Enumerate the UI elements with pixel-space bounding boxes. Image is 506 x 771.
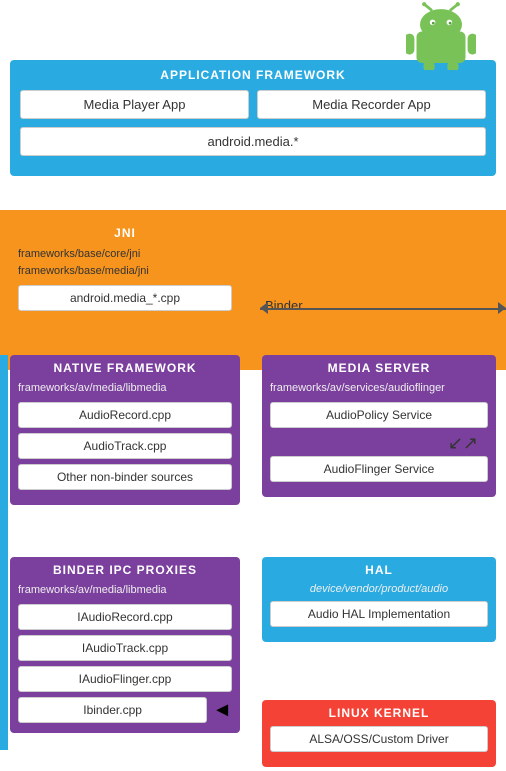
hal-path: device/vendor/product/audio — [270, 583, 488, 595]
audio-policy-box: AudioPolicy Service — [270, 402, 488, 428]
binder-arrow-right — [498, 302, 506, 314]
jni-cpp-box: android.media_*.cpp — [18, 285, 232, 311]
linux-kernel-section: LINUX KERNEL ALSA/OSS/Custom Driver — [262, 700, 496, 767]
app-row-2: android.media.* — [20, 127, 486, 156]
media-recorder-box: Media Recorder App — [257, 90, 486, 119]
media-server-path: frameworks/av/services/audioflinger — [270, 381, 488, 396]
binder-ipc-title: BINDER IPC PROXIES — [18, 563, 232, 577]
ibinder-arrow-icon: ◄ — [212, 699, 232, 722]
android-media-box: android.media.* — [20, 127, 486, 156]
binder-ipc-path: frameworks/av/media/libmedia — [18, 583, 232, 598]
audio-track-box: AudioTrack.cpp — [18, 433, 232, 459]
jni-paths: frameworks/base/core/jni frameworks/base… — [18, 246, 232, 279]
hal-title: HAL — [270, 563, 488, 577]
app-framework-title: APPLICATION FRAMEWORK — [20, 68, 486, 82]
left-bar-blue — [0, 355, 8, 750]
iaudio-record-box: IAudioRecord.cpp — [18, 604, 232, 630]
native-framework-section: NATIVE FRAMEWORK frameworks/av/media/lib… — [10, 355, 240, 505]
media-server-section: MEDIA SERVER frameworks/av/services/audi… — [262, 355, 496, 497]
media-server-title: MEDIA SERVER — [270, 361, 488, 375]
binder-ipc-section: BINDER IPC PROXIES frameworks/av/media/l… — [10, 557, 240, 733]
native-framework-title: NATIVE FRAMEWORK — [18, 361, 232, 375]
audio-hal-box: Audio HAL Implementation — [270, 601, 488, 627]
native-framework-path: frameworks/av/media/libmedia — [18, 381, 232, 396]
alsa-oss-box: ALSA/OSS/Custom Driver — [270, 726, 488, 752]
iaudio-flinger-box: IAudioFlinger.cpp — [18, 666, 232, 692]
linux-kernel-title: LINUX KERNEL — [270, 706, 488, 720]
binder-arrow-left — [260, 302, 268, 314]
binder-label: Binder — [265, 298, 303, 313]
media-player-box: Media Player App — [20, 90, 249, 119]
jni-section: JNI frameworks/base/core/jni frameworks/… — [10, 220, 240, 326]
app-row-1: Media Player App Media Recorder App — [20, 90, 486, 119]
iaudio-track-box: IAudioTrack.cpp — [18, 635, 232, 661]
ibinder-box: Ibinder.cpp — [18, 697, 207, 723]
arrows-icon: ↙↗ — [280, 433, 478, 454]
jni-title: JNI — [18, 226, 232, 240]
audio-flinger-box: AudioFlinger Service — [270, 456, 488, 482]
hal-section: HAL device/vendor/product/audio Audio HA… — [262, 557, 496, 642]
ibinder-row: Ibinder.cpp ◄ — [18, 697, 232, 723]
other-non-binder-box: Other non-binder sources — [18, 464, 232, 490]
app-framework-section: APPLICATION FRAMEWORK Media Player App M… — [10, 60, 496, 176]
audio-record-box: AudioRecord.cpp — [18, 402, 232, 428]
binder-line — [260, 308, 506, 310]
android-logo — [406, 0, 476, 70]
